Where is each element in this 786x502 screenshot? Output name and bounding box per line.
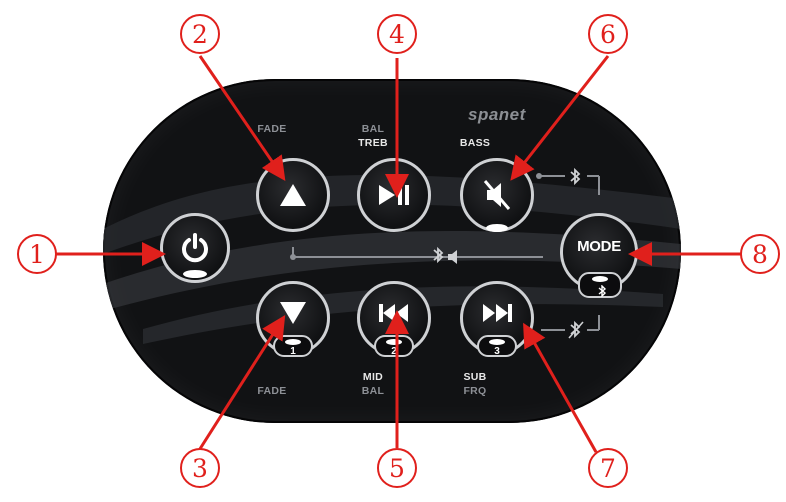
fade-label-top: FADE (257, 123, 287, 135)
skip-next-icon (483, 304, 512, 322)
mode-led (592, 276, 608, 282)
callout-4: 4 (377, 14, 417, 54)
callout-7: 7 (588, 448, 628, 488)
bluetooth-icon (598, 285, 607, 297)
mute-led (486, 224, 508, 232)
previous-led (386, 339, 402, 345)
callout-8: 8 (740, 234, 780, 274)
frq-label: FRQ (463, 385, 487, 397)
play-pause-button[interactable] (357, 158, 431, 232)
bluetooth-icon-top (570, 167, 581, 186)
skip-previous-icon (379, 304, 408, 322)
next-number: 3 (494, 346, 500, 357)
bluetooth-speaker-icon (433, 246, 457, 264)
next-led (489, 339, 505, 345)
callout-2: 2 (180, 14, 220, 54)
down-led (285, 339, 301, 345)
power-led (183, 270, 207, 278)
bluetooth-off-icon-bottom (568, 320, 584, 339)
mode-led-pill (578, 272, 622, 298)
power-icon (182, 233, 208, 263)
mute-button[interactable] (460, 158, 534, 232)
next-number-pill: 3 (477, 335, 517, 357)
callout-3: 3 (180, 448, 220, 488)
previous-number: 2 (391, 346, 397, 357)
control-panel-diagram: spanet FADE BAL TREB BASS FADE MID BAL S… (0, 0, 786, 502)
bal-label-bottom: BAL (361, 385, 385, 397)
mid-label: MID (362, 371, 384, 383)
fade-label-bottom: FADE (257, 385, 287, 397)
bass-label: BASS (459, 137, 491, 149)
sub-label: SUB (463, 371, 487, 383)
down-number: 1 (290, 346, 296, 357)
spanet-logo: spanet (468, 105, 526, 124)
triangle-down-icon (280, 302, 306, 324)
callout-5: 5 (377, 448, 417, 488)
bal-label-top: BAL (361, 123, 385, 135)
callout-6: 6 (588, 14, 628, 54)
previous-number-pill: 2 (374, 335, 414, 357)
up-button[interactable] (256, 158, 330, 232)
callout-1: 1 (17, 234, 57, 274)
down-number-pill: 1 (273, 335, 313, 357)
triangle-up-icon (280, 184, 306, 206)
mode-label: MODE (577, 237, 621, 255)
play-pause-icon (379, 185, 409, 205)
treb-label: TREB (358, 137, 388, 149)
speaker-mute-icon (483, 180, 511, 210)
